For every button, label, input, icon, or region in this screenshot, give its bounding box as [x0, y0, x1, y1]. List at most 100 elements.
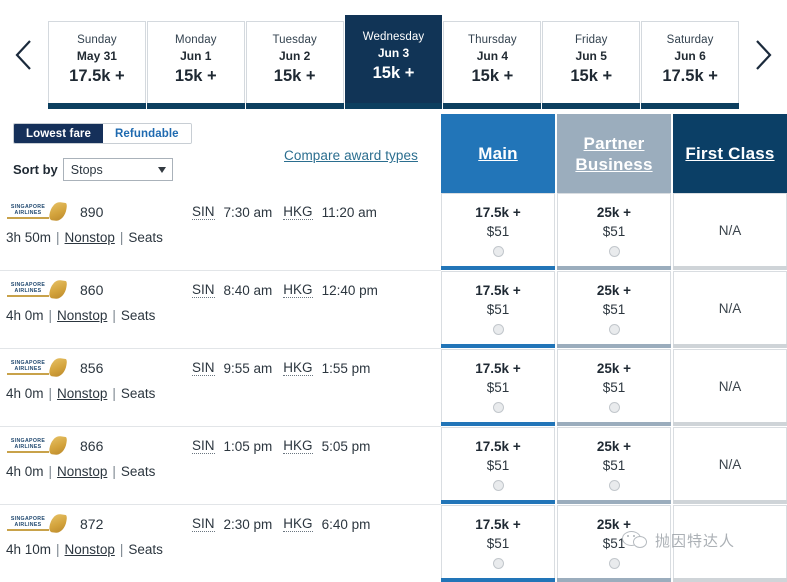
flight-row[interactable]: SINGAPORE AIRLINES 860 SIN 8:40 am HKG 12:40 p… [0, 271, 441, 349]
stops-link[interactable]: Nonstop [57, 464, 107, 479]
fare-cash: $51 [602, 457, 626, 473]
fare-column-header[interactable]: Partner Business [557, 114, 671, 193]
sort-select[interactable]: Stops [62, 158, 173, 181]
seats-link[interactable]: Seats [128, 230, 163, 245]
fare-radio-button[interactable] [608, 479, 620, 491]
fare-type-toggle: Lowest fare Refundable [13, 123, 192, 144]
stops-link[interactable]: Nonstop [65, 542, 115, 557]
fare-radio-button[interactable] [492, 557, 504, 569]
origin-airport: SIN [192, 438, 215, 454]
day-tab[interactable]: Wednesday Jun 3 15k + [344, 15, 443, 109]
day-tab-list: Sunday May 31 17.5k + Monday Jun 1 15k + Tuesd… [48, 0, 740, 110]
fare-option-cell[interactable]: 25k + $51 [557, 349, 671, 426]
award-search-results-page: Sunday May 31 17.5k + Monday Jun 1 15k + Tuesd… [0, 0, 787, 582]
day-tab-price: 17.5k + [69, 67, 125, 85]
fare-option-cell[interactable]: 17.5k + $51 [441, 427, 555, 504]
fare-radio-button[interactable] [492, 479, 504, 491]
flight-duration: 3h 50m [6, 230, 52, 245]
day-tab-dow: Wednesday [362, 31, 425, 43]
fare-column-label: First Class [685, 144, 775, 163]
flight-list: SINGAPORE AIRLINES 890 SIN 7:30 am HKG 11:20 a… [0, 193, 441, 582]
fare-option-cell[interactable]: 25k + $51 [557, 505, 671, 582]
flight-row-primary: SINGAPORE AIRLINES 890 SIN 7:30 am HKG 11:20 a… [0, 200, 441, 223]
fare-column-header[interactable]: Main [441, 114, 555, 193]
flight-row[interactable]: SINGAPORE AIRLINES 890 SIN 7:30 am HKG 11:20 a… [0, 193, 441, 271]
fare-column-header[interactable]: First Class [673, 114, 787, 193]
fare-column-label: Main [478, 144, 518, 163]
seats-link[interactable]: Seats [121, 308, 156, 323]
fare-option-cell[interactable]: 25k + $51 [557, 193, 671, 270]
fare-option-cell[interactable]: 25k + $51 [557, 427, 671, 504]
fare-radio-button[interactable] [492, 323, 504, 335]
fare-unavailable-cell: N/A [673, 193, 787, 270]
day-tab-date: Jun 4 [476, 49, 509, 63]
seats-link[interactable]: Seats [121, 386, 156, 401]
fare-row: 17.5k + $51 25k + $51 N/A [441, 271, 787, 349]
prev-day-arrow[interactable] [0, 0, 48, 110]
singapore-airlines-logo-icon: SINGAPORE AIRLINES [6, 356, 68, 379]
day-tab-date: May 31 [76, 49, 117, 63]
seats-link[interactable]: Seats [128, 542, 163, 557]
fare-toggle-option[interactable]: Lowest fare [14, 124, 104, 143]
chevron-left-icon [15, 40, 31, 70]
fare-cash: $51 [602, 223, 626, 239]
fare-cash: $51 [602, 535, 626, 551]
day-tab-price: 15k + [174, 67, 217, 85]
departure-time: 2:30 pm [223, 516, 273, 532]
fare-radio-button[interactable] [608, 245, 620, 257]
stops-link[interactable]: Nonstop [65, 230, 115, 245]
flight-row-primary: SINGAPORE AIRLINES 866 SIN 1:05 pm HKG 5:05 pm [0, 434, 441, 457]
singapore-airlines-logo-icon: SINGAPORE AIRLINES [6, 434, 68, 457]
fare-na-label: N/A [718, 378, 742, 394]
destination-airport: HKG [283, 204, 313, 220]
fare-toggle-option[interactable]: Refundable [103, 124, 191, 143]
flight-number: 872 [80, 516, 104, 532]
divider: | [112, 386, 116, 401]
day-tab[interactable]: Tuesday Jun 2 15k + [245, 21, 344, 109]
flight-duration: 4h 0m [6, 308, 44, 323]
day-tab-dow: Sunday [77, 34, 117, 46]
day-tab-dow: Tuesday [272, 34, 317, 46]
destination-airport: HKG [283, 360, 313, 376]
singapore-airlines-logo-icon: SINGAPORE AIRLINES [6, 278, 68, 301]
divider: | [119, 230, 124, 245]
stops-link[interactable]: Nonstop [57, 308, 107, 323]
destination-airport: HKG [283, 516, 313, 532]
flight-number: 890 [80, 204, 104, 220]
stops-link[interactable]: Nonstop [57, 386, 107, 401]
fare-option-cell[interactable]: 17.5k + $51 [441, 193, 555, 270]
day-tab[interactable]: Thursday Jun 4 15k + [443, 21, 542, 109]
fare-row: 17.5k + $51 25k + $51 N/A [441, 349, 787, 427]
fare-option-cell[interactable]: 17.5k + $51 [441, 505, 555, 582]
day-tab[interactable]: Monday Jun 1 15k + [146, 21, 245, 109]
fare-radio-button[interactable] [492, 245, 504, 257]
fare-option-cell[interactable]: 25k + $51 [557, 271, 671, 348]
seats-link[interactable]: Seats [121, 464, 156, 479]
flight-row-secondary: 4h 10m | Nonstop | Seats [0, 542, 441, 557]
divider: | [48, 308, 53, 323]
fare-radio-button[interactable] [608, 401, 620, 413]
day-tab-dow: Thursday [467, 34, 517, 46]
fare-radio-button[interactable] [608, 323, 620, 335]
flight-row[interactable]: SINGAPORE AIRLINES 866 SIN 1:05 pm HKG 5:05 pm… [0, 427, 441, 505]
flight-row[interactable]: SINGAPORE AIRLINES 872 SIN 2:30 pm HKG 6:40 pm… [0, 505, 441, 582]
day-tab[interactable]: Friday Jun 5 15k + [542, 21, 641, 109]
compare-award-types-link[interactable]: Compare award types [284, 148, 418, 163]
fare-unavailable-cell [673, 505, 787, 582]
fare-option-cell[interactable]: 17.5k + $51 [441, 349, 555, 426]
origin-airport: SIN [192, 360, 215, 376]
day-tab[interactable]: Saturday Jun 6 17.5k + [641, 21, 740, 109]
day-tab[interactable]: Sunday May 31 17.5k + [48, 21, 146, 109]
flight-row[interactable]: SINGAPORE AIRLINES 856 SIN 9:55 am HKG 1:55 pm… [0, 349, 441, 427]
fare-radio-button[interactable] [492, 401, 504, 413]
fare-unavailable-cell: N/A [673, 271, 787, 348]
fare-option-cell[interactable]: 17.5k + $51 [441, 271, 555, 348]
fare-cash: $51 [602, 379, 626, 395]
fare-radio-button[interactable] [608, 557, 620, 569]
fare-column-headers: Main Partner Business First Class [441, 114, 787, 193]
next-day-arrow[interactable] [739, 0, 787, 110]
departure-time: 8:40 am [223, 282, 273, 298]
divider: | [48, 386, 53, 401]
day-tab-dow: Friday [574, 34, 608, 46]
day-tab-dow: Monday [175, 34, 217, 46]
